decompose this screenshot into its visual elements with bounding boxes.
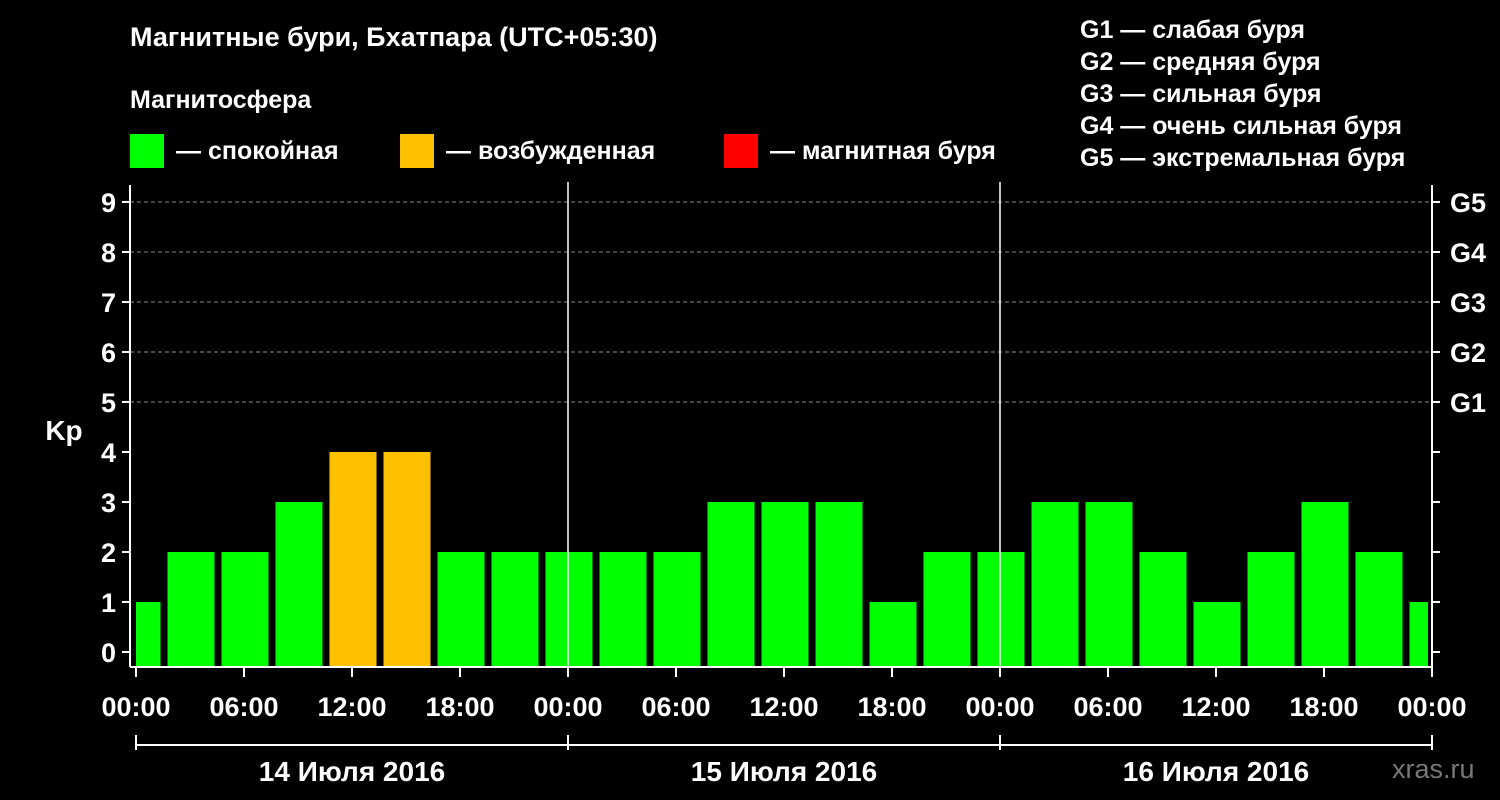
right-tick-label: G1 bbox=[1450, 388, 1486, 418]
bar bbox=[653, 552, 701, 667]
bar bbox=[329, 452, 377, 667]
y-tick-label: 1 bbox=[101, 588, 116, 618]
y-tick-label: 6 bbox=[101, 338, 116, 368]
y-tick-label: 5 bbox=[101, 388, 116, 418]
x-tick-label: 00:00 bbox=[965, 692, 1034, 722]
bar bbox=[437, 552, 485, 667]
bar bbox=[1031, 502, 1079, 667]
bar bbox=[221, 552, 269, 667]
bar bbox=[761, 502, 809, 667]
bar bbox=[383, 452, 431, 667]
bar bbox=[491, 552, 539, 667]
bar bbox=[707, 502, 755, 667]
bar bbox=[923, 552, 971, 667]
bar bbox=[1355, 552, 1403, 667]
bar bbox=[599, 552, 647, 667]
bar bbox=[815, 502, 863, 667]
bar bbox=[1085, 502, 1133, 667]
day-label: 14 Июля 2016 bbox=[259, 756, 445, 787]
y-tick-label: 7 bbox=[101, 288, 116, 318]
x-tick-label: 12:00 bbox=[1181, 692, 1250, 722]
x-tick-label: 12:00 bbox=[749, 692, 818, 722]
y-tick-label: 8 bbox=[101, 238, 116, 268]
x-tick-label: 18:00 bbox=[1289, 692, 1358, 722]
bar bbox=[977, 552, 1025, 667]
bar bbox=[1301, 502, 1349, 667]
x-tick-label: 00:00 bbox=[101, 692, 170, 722]
day-label: 15 Июля 2016 bbox=[691, 756, 877, 787]
right-tick-label: G2 bbox=[1450, 338, 1486, 368]
y-tick-label: 9 bbox=[101, 188, 116, 218]
bar bbox=[1247, 552, 1295, 667]
bar bbox=[1139, 552, 1187, 667]
bar bbox=[136, 602, 161, 667]
x-tick-label: 06:00 bbox=[1073, 692, 1142, 722]
y-tick-label: 4 bbox=[101, 438, 116, 468]
x-tick-label: 12:00 bbox=[317, 692, 386, 722]
x-tick-label: 18:00 bbox=[857, 692, 926, 722]
x-tick-label: 06:00 bbox=[641, 692, 710, 722]
bar bbox=[1409, 602, 1428, 667]
right-tick-label: G4 bbox=[1450, 238, 1486, 268]
y-axis-label: Kp bbox=[45, 415, 82, 446]
bar bbox=[1193, 602, 1241, 667]
kp-bar-chart: 0 1 2 3 4 5 6 7 8 9 G1 G2 G3 G4 G5 Kp 00:00 06:00 12:00 18:… bbox=[45, 182, 1486, 787]
day-label: 16 Июля 2016 bbox=[1123, 756, 1309, 787]
x-tick-label: 00:00 bbox=[1397, 692, 1466, 722]
bar bbox=[167, 552, 215, 667]
bar bbox=[545, 552, 593, 667]
y-tick-label: 0 bbox=[101, 638, 116, 668]
x-tick-label: 06:00 bbox=[209, 692, 278, 722]
x-tick-label: 00:00 bbox=[533, 692, 602, 722]
watermark: xras.ru bbox=[1392, 754, 1475, 784]
y-tick-label: 2 bbox=[101, 538, 116, 568]
bar bbox=[869, 602, 917, 667]
bar bbox=[275, 502, 323, 667]
x-tick-label: 18:00 bbox=[425, 692, 494, 722]
right-tick-label: G5 bbox=[1450, 188, 1486, 218]
y-tick-label: 3 bbox=[101, 488, 116, 518]
right-tick-label: G3 bbox=[1450, 288, 1486, 318]
